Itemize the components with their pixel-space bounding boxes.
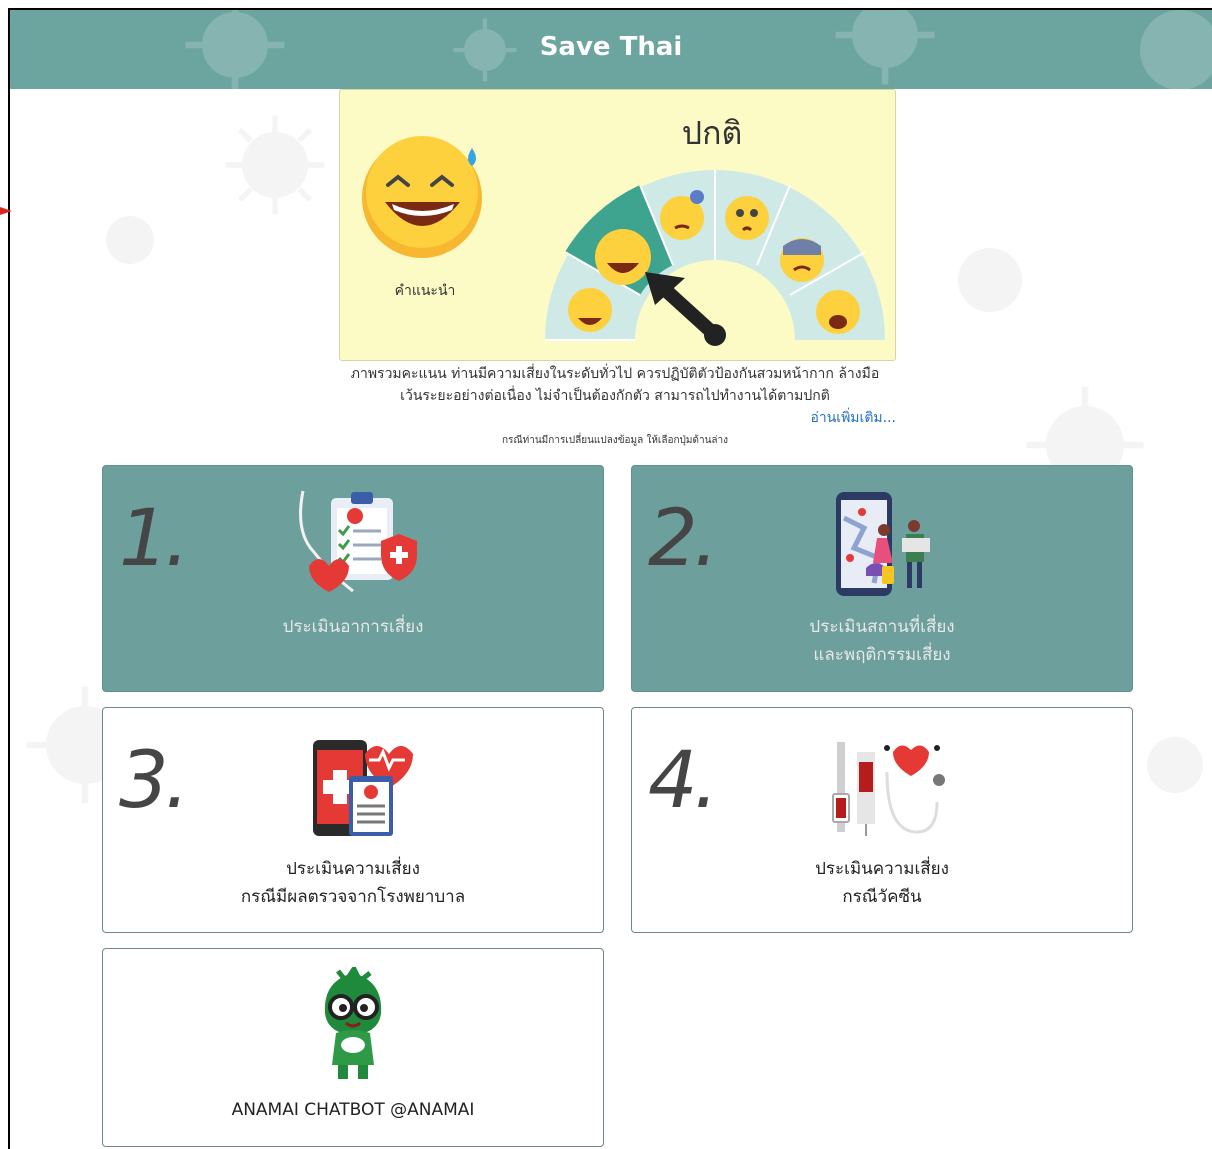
risk-gauge <box>545 170 885 346</box>
summary-line-2: เว้นระยะอย่างต่อเนื่อง ไม่จำเป็นต้องกักต… <box>400 388 830 404</box>
gauge-emoji-anxious <box>780 238 824 282</box>
background-virus-icon <box>106 216 154 264</box>
assess-hospital-results-tile[interactable]: 3. ประเมินความเสี่ยง กรณีมีผลตรวจจากโรงพ… <box>102 707 604 933</box>
background-virus-icon <box>958 248 1022 312</box>
medical-checklist-icon <box>299 490 417 593</box>
tile-label: ประเมินอาการเสี่ยง <box>282 617 424 637</box>
anamai-mascot-icon <box>324 967 382 1079</box>
read-more-link[interactable]: อ่านเพิ่มเติม... <box>760 407 896 429</box>
risk-level-label: ปกติ <box>681 114 743 152</box>
gauge-emoji-exhausted <box>816 290 860 334</box>
app-title: Save Thai <box>539 32 683 62</box>
vaccine-syringe-stethoscope-icon <box>832 742 945 836</box>
assess-vaccine-tile[interactable]: 4. ประเมินความเสี่ยง กรณีวัคซีน <box>631 707 1133 933</box>
tile-number: 1. <box>119 494 189 584</box>
summary-line-1: ภาพรวมคะแนน ท่านมีความเสี่ยงในระดับทั่วไ… <box>350 366 880 382</box>
relieved-smile-emoji-icon <box>362 136 482 258</box>
anamai-chatbot-tile[interactable]: ANAMAI CHATBOT @ANAMAI <box>102 948 604 1147</box>
tile-number: 3. <box>119 736 189 826</box>
risk-summary: ภาพรวมคะแนน ท่านมีความเสี่ยงในระดับทั่วไ… <box>330 363 900 407</box>
gauge-emoji-laughing <box>568 288 612 332</box>
change-data-note: กรณีท่านมีการเปลี่ยนแปลงข้อมูล ให้เลือกป… <box>501 435 729 446</box>
frame-edge-left <box>8 8 10 1149</box>
tile-number: 2. <box>648 494 718 584</box>
tile-label: ประเมินความเสี่ยง กรณีมีผลตรวจจากโรงพยาบ… <box>240 859 466 907</box>
tile-label: ประเมินความเสี่ยง กรณีวัคซีน <box>815 859 949 907</box>
tile-number: 4. <box>648 736 718 826</box>
app-header: Save Thai <box>10 10 1212 89</box>
advice-label[interactable]: คำแนะนำ <box>370 280 480 302</box>
background-virus-icon <box>225 115 325 215</box>
pointer-arrow-icon <box>0 207 12 215</box>
tile-label: ประเมินสถานที่เสี่ยง และพฤติกรรมเสี่ยง <box>809 617 955 665</box>
map-phone-travelers-icon <box>836 492 930 596</box>
gauge-emoji-crying <box>725 196 769 240</box>
risk-result-card: คำแนะนำ ปกติ <box>339 89 896 361</box>
tile-label: ANAMAI CHATBOT @ANAMAI <box>231 1100 475 1120</box>
assess-places-behavior-tile[interactable]: 2. ประเมินสถานที่เสี่ยง และพฤติกรรมเสี่ย… <box>631 465 1133 692</box>
background-virus-icon <box>1147 737 1203 793</box>
mobile-health-report-icon <box>313 740 413 836</box>
gauge-needle-icon <box>645 272 726 346</box>
assess-symptoms-tile[interactable]: 1. ประเมินอาการเสี่ยง <box>102 465 604 692</box>
gauge-emoji-relieved <box>595 229 651 285</box>
